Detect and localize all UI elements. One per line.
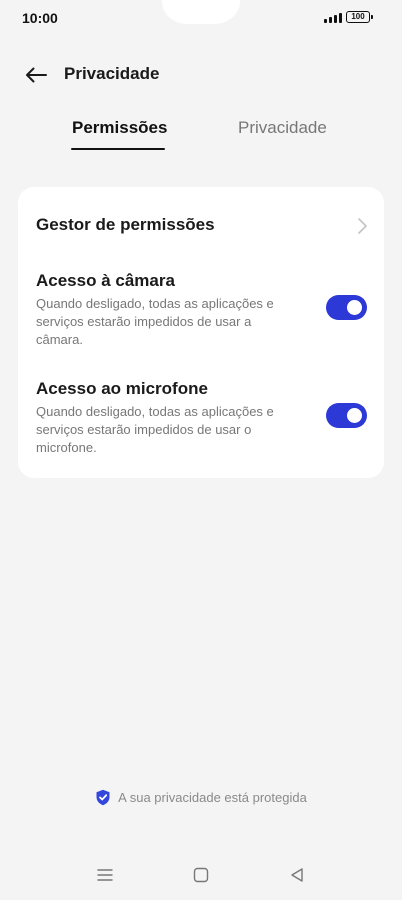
camera-notch	[162, 0, 240, 24]
privacy-protected-note: A sua privacidade está protegida	[0, 786, 402, 808]
menu-button[interactable]	[92, 864, 118, 886]
camera-access-row: Acesso à câmara Quando desligado, todas …	[18, 265, 384, 361]
menu-icon	[97, 869, 113, 881]
camera-access-toggle[interactable]	[326, 295, 367, 320]
battery-level: 100	[351, 12, 365, 21]
privacy-protected-text: A sua privacidade está protegida	[118, 789, 307, 805]
permissions-card: Gestor de permissões Acesso à câmara Qua…	[18, 187, 384, 478]
home-icon	[193, 867, 209, 883]
back-nav-button[interactable]	[284, 864, 310, 886]
permission-manager-row[interactable]: Gestor de permissões	[18, 205, 384, 247]
microphone-access-label: Acesso ao microfone	[36, 379, 208, 398]
tab-active-indicator	[71, 148, 165, 150]
toggle-knob	[347, 408, 362, 423]
permission-manager-label: Gestor de permissões	[36, 215, 215, 234]
camera-access-description: Quando desligado, todas as aplicações e …	[36, 296, 274, 347]
back-button[interactable]	[22, 62, 50, 88]
signal-icon	[324, 12, 342, 23]
chevron-right-icon	[358, 218, 367, 234]
camera-access-label: Acesso à câmara	[36, 271, 175, 290]
microphone-access-description: Quando desligado, todas as aplicações e …	[36, 404, 274, 455]
battery-icon: 100	[346, 11, 373, 23]
home-button[interactable]	[188, 864, 214, 886]
tab-privacy[interactable]: Privacidade	[238, 118, 327, 138]
tab-bar: Permissões Privacidade	[0, 110, 402, 154]
status-bar: 10:00 100	[0, 0, 402, 36]
shield-check-icon	[96, 789, 110, 805]
status-time: 10:00	[22, 10, 58, 26]
microphone-access-toggle[interactable]	[326, 403, 367, 428]
toggle-knob	[347, 300, 362, 315]
back-triangle-icon	[291, 868, 303, 882]
system-navigation-bar	[0, 856, 402, 896]
arrow-left-icon	[26, 67, 47, 83]
microphone-access-row: Acesso ao microfone Quando desligado, to…	[18, 373, 384, 469]
page-title: Privacidade	[64, 64, 160, 83]
tab-permissions[interactable]: Permissões	[72, 118, 167, 138]
app-header: Privacidade	[0, 56, 402, 94]
